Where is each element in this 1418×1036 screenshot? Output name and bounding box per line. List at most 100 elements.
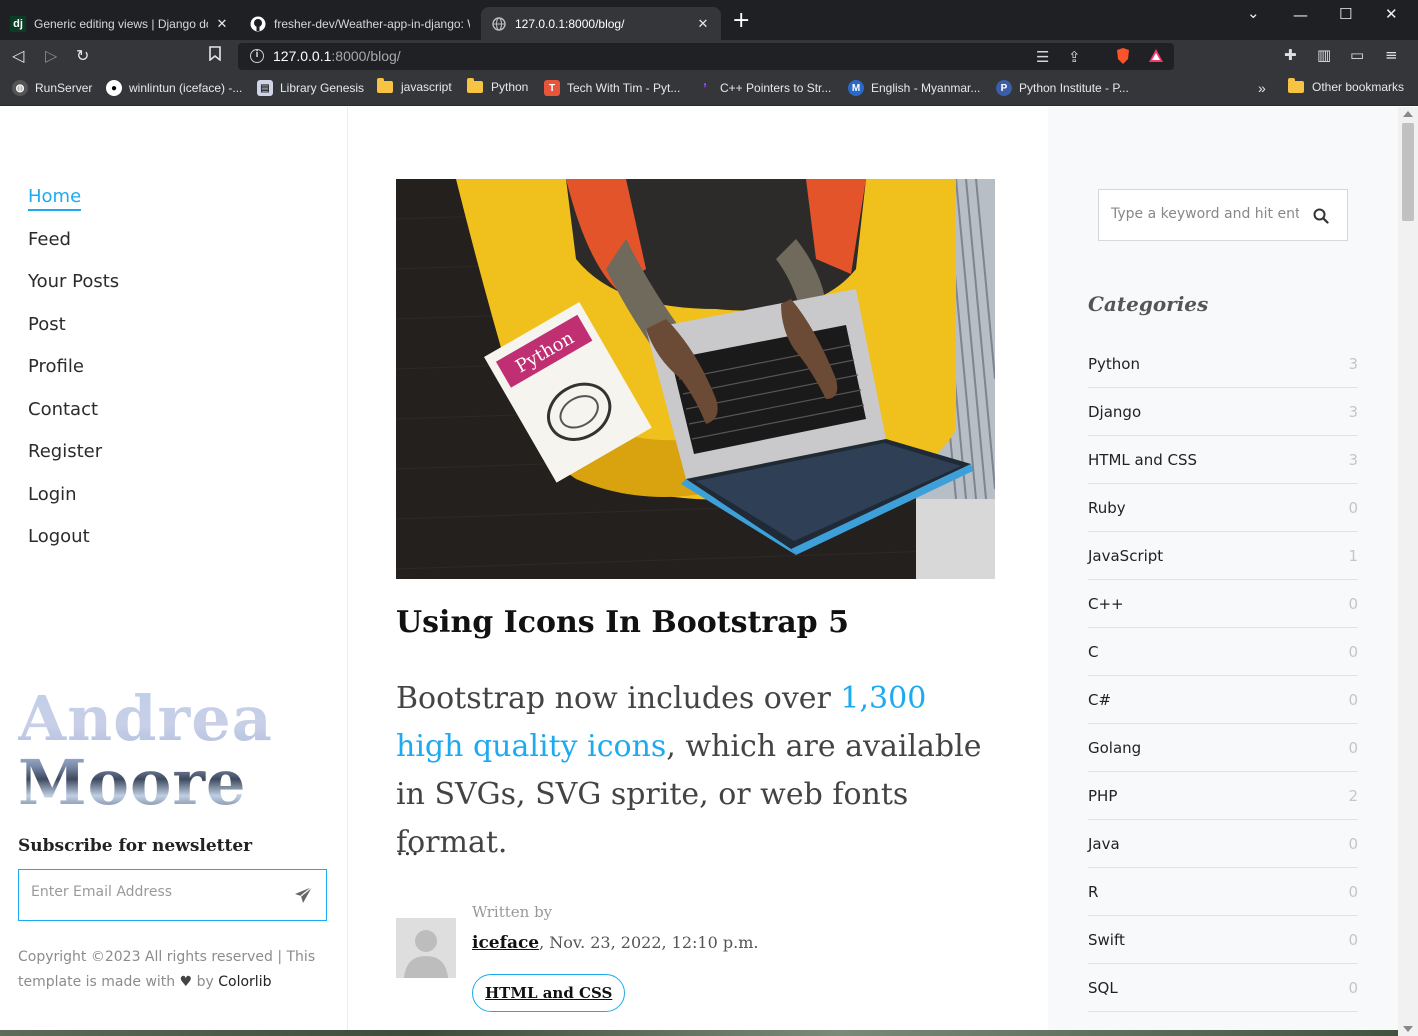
nav-your-posts[interactable]: Your Posts: [28, 270, 119, 313]
category-item[interactable]: HTML and CSS 3: [1088, 436, 1358, 484]
github-icon: ●: [106, 80, 122, 96]
category-item[interactable]: JavaScript 1: [1088, 532, 1358, 580]
tab-github-weather[interactable]: fresher-dev/Weather-app-in-django: W: [240, 7, 480, 40]
category-count: 0: [1348, 882, 1358, 901]
minimize-button[interactable]: —: [1293, 6, 1308, 24]
bookmark-icon[interactable]: [209, 46, 221, 66]
tab-title: 127.0.0.1:8000/blog/: [515, 16, 625, 31]
brave-rewards-icon[interactable]: [1147, 47, 1165, 69]
category-item[interactable]: R0: [1088, 868, 1358, 916]
category-item[interactable]: Django 3: [1088, 388, 1358, 436]
bookmark-folder-python[interactable]: Python: [467, 78, 528, 94]
category-count: 0: [1348, 978, 1358, 997]
nav-contact[interactable]: Contact: [28, 398, 119, 441]
page-scrollbar[interactable]: [1398, 107, 1418, 1036]
globe-icon: [491, 16, 507, 32]
post-excerpt: Bootstrap now includes over 1,300 high q…: [396, 681, 982, 860]
category-item[interactable]: Swift 0: [1088, 916, 1358, 964]
pointer-icon: ʼ: [703, 80, 707, 96]
nav-login[interactable]: Login: [28, 483, 119, 526]
django-favicon-icon: dj: [10, 15, 26, 32]
nav-register[interactable]: Register: [28, 440, 119, 483]
brave-shields-icon[interactable]: [1114, 47, 1132, 69]
site-logo[interactable]: Andrea Moore: [18, 687, 273, 815]
nav-post[interactable]: Post: [28, 313, 119, 356]
heart-icon: ♥: [179, 974, 193, 990]
folder-icon: [467, 78, 483, 93]
category-item[interactable]: SQL 0: [1088, 964, 1358, 1012]
sidebar-toggle-icon[interactable]: ▥: [1317, 46, 1331, 64]
url-bar[interactable]: i 127.0.0.1:8000/blog/ ☰ ⇪: [238, 43, 1174, 70]
bookmarks-overflow-button[interactable]: »: [1258, 80, 1266, 96]
tab-title: fresher-dev/Weather-app-in-django: W: [274, 16, 470, 31]
maximize-button[interactable]: ☐: [1339, 5, 1352, 23]
back-icon[interactable]: ◁: [12, 46, 24, 66]
category-count: 0: [1348, 930, 1358, 949]
categories-heading: Categories: [1088, 292, 1209, 316]
nav-logout[interactable]: Logout: [28, 525, 119, 568]
new-tab-button[interactable]: +: [732, 10, 750, 32]
nav-feed[interactable]: Feed: [28, 228, 119, 271]
main-navigation: Home Feed Your Posts Post Profile Contac…: [28, 185, 119, 568]
book-icon: ▤: [257, 80, 273, 96]
post-featured-image[interactable]: Python: [396, 179, 995, 579]
close-tab-icon[interactable]: ✕: [695, 16, 711, 32]
close-tab-icon[interactable]: ✕: [214, 16, 230, 32]
webpage: Home Feed Your Posts Post Profile Contac…: [0, 107, 1418, 1036]
tab-blog-active[interactable]: 127.0.0.1:8000/blog/ ✕: [481, 7, 721, 40]
category-count: 0: [1348, 834, 1358, 853]
tab-search-chevron-icon[interactable]: ⌄: [1247, 4, 1260, 22]
close-window-button[interactable]: ✕: [1385, 5, 1398, 23]
bookmark-winlintun[interactable]: ● winlintun (iceface) -...: [106, 80, 242, 96]
bookmark-english-myanmar[interactable]: M English - Myanmar...: [848, 80, 980, 96]
category-item[interactable]: C0: [1088, 628, 1358, 676]
dictionary-icon: M: [848, 80, 864, 96]
tab-django-docs[interactable]: dj Generic editing views | Django doc ✕: [0, 7, 240, 40]
category-item[interactable]: PHP 2: [1088, 772, 1358, 820]
site-info-icon[interactable]: i: [250, 49, 264, 63]
nav-profile[interactable]: Profile: [28, 355, 119, 398]
wallet-icon[interactable]: ▭: [1350, 46, 1364, 64]
bookmark-runserver[interactable]: ◍ RunServer: [12, 80, 92, 96]
bookmark-folder-javascript[interactable]: javascript: [377, 78, 452, 94]
category-count: 1: [1348, 546, 1358, 565]
scrollbar-thumb[interactable]: [1402, 123, 1414, 221]
category-item[interactable]: C++ 0: [1088, 580, 1358, 628]
github-icon: [250, 16, 266, 32]
post-tag[interactable]: HTML and CSS: [472, 974, 626, 1012]
category-item[interactable]: Ruby 0: [1088, 484, 1358, 532]
bookmark-cpp-pointers[interactable]: ʼ C++ Pointers to Str...: [697, 80, 831, 96]
bookmarks-bar: ◍ RunServer ● winlintun (iceface) -... ▤ Li…: [0, 72, 1418, 106]
newsletter-email-input[interactable]: [31, 884, 281, 900]
search-input[interactable]: [1111, 206, 1299, 222]
bookmark-python-institute[interactable]: P Python Institute - P...: [996, 80, 1129, 96]
menu-icon[interactable]: ≡: [1385, 46, 1398, 64]
right-sidebar: Categories Python3 Django3 HTML and CSS3…: [1048, 107, 1398, 1036]
share-icon[interactable]: ⇪: [1068, 48, 1081, 66]
author-link[interactable]: iceface: [472, 933, 539, 953]
scroll-down-arrow-icon[interactable]: [1403, 1026, 1413, 1032]
logo-line-1: Andrea: [18, 682, 273, 755]
scroll-up-arrow-icon[interactable]: [1403, 111, 1413, 117]
folder-icon: [377, 78, 393, 93]
category-item[interactable]: C# 0: [1088, 676, 1358, 724]
bookmark-tech-with-tim[interactable]: T Tech With Tim - Pyt...: [544, 80, 680, 96]
author-avatar[interactable]: [396, 918, 456, 978]
extensions-icon[interactable]: ✚: [1284, 46, 1297, 64]
send-icon[interactable]: [294, 885, 314, 909]
category-item[interactable]: Python 3: [1088, 340, 1358, 388]
nav-home[interactable]: Home: [28, 185, 119, 228]
reload-icon[interactable]: ↻: [76, 46, 89, 66]
forward-icon[interactable]: ▷: [45, 46, 57, 66]
bookmark-library-genesis[interactable]: ▤ Library Genesis: [257, 80, 364, 96]
category-item[interactable]: Java 0: [1088, 820, 1358, 868]
post-title[interactable]: Using Icons In Bootstrap 5: [396, 605, 849, 640]
reader-mode-icon[interactable]: ☰: [1036, 48, 1049, 66]
other-bookmarks-folder[interactable]: Other bookmarks: [1288, 78, 1404, 94]
colorlib-link[interactable]: Colorlib: [218, 974, 271, 990]
address-toolbar: ◁ ▷ ↻ i 127.0.0.1:8000/blog/ ☰ ⇪ ✚ ▥ ▭ ≡: [0, 40, 1418, 72]
main-content: Python Using Icons In Bootstrap 5 Bootst…: [348, 107, 1048, 1036]
globe-icon: ◍: [12, 80, 28, 96]
search-icon[interactable]: [1313, 208, 1329, 228]
category-item[interactable]: Golang 0: [1088, 724, 1358, 772]
